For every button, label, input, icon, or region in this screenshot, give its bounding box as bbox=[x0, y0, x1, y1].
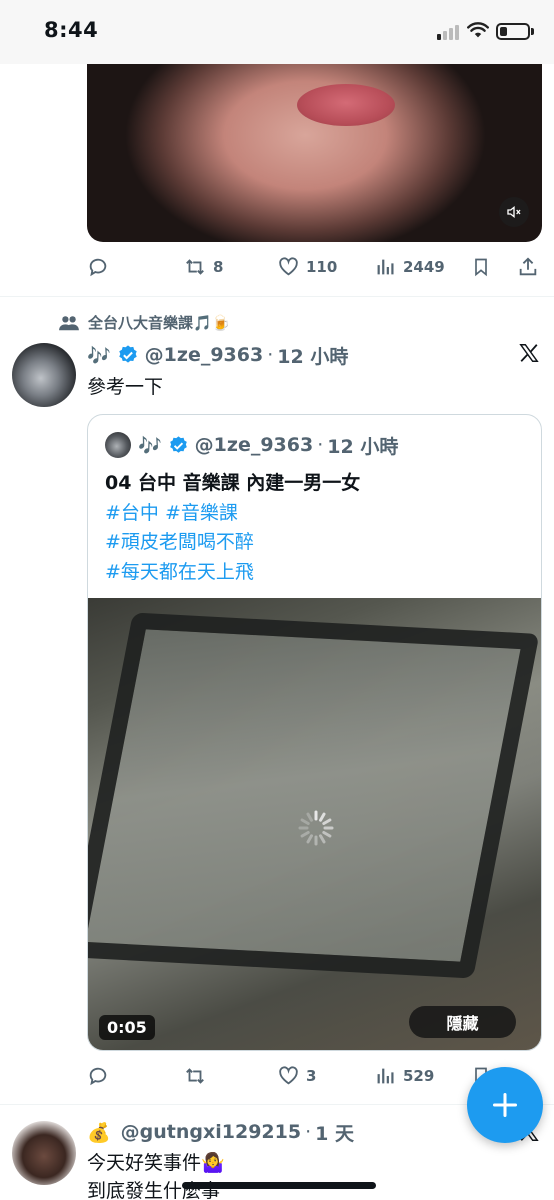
reply-icon bbox=[89, 1067, 107, 1086]
video-content bbox=[88, 612, 540, 979]
battery-icon bbox=[496, 23, 530, 40]
verified-icon bbox=[169, 435, 187, 453]
share-button[interactable] bbox=[517, 252, 539, 282]
views-button[interactable]: 2449 bbox=[375, 252, 445, 282]
timestamp[interactable]: 12 小時 bbox=[277, 342, 348, 369]
handle[interactable]: @1ze_9363 bbox=[145, 344, 264, 366]
compose-button[interactable] bbox=[467, 1067, 543, 1143]
avatar[interactable] bbox=[12, 343, 76, 407]
loading-spinner-icon bbox=[298, 810, 334, 846]
views-button[interactable]: 529 bbox=[375, 1061, 434, 1091]
status-time: 8:44 bbox=[44, 18, 99, 42]
video-content bbox=[297, 84, 395, 126]
reply-button[interactable] bbox=[87, 1061, 109, 1091]
like-icon bbox=[279, 257, 298, 276]
avatar[interactable] bbox=[12, 1121, 76, 1185]
hashtag-line[interactable]: #台中 #音樂課 bbox=[105, 499, 360, 529]
like-button[interactable]: 3 bbox=[277, 1061, 316, 1091]
timestamp[interactable]: 1 天 bbox=[315, 1119, 354, 1146]
quote-video[interactable]: 0:05 隱藏 bbox=[88, 598, 541, 1050]
community-name: 全台八大音樂課🎵🍺 bbox=[88, 314, 231, 332]
like-icon bbox=[279, 1066, 298, 1085]
display-name[interactable]: 💰 bbox=[87, 1121, 111, 1144]
tweet-actions: 8 110 2449 bbox=[87, 252, 542, 282]
verified-icon bbox=[118, 345, 137, 363]
tweet-video[interactable] bbox=[87, 64, 542, 242]
hashtag-line[interactable]: #頑皮老闆喝不醉 bbox=[105, 528, 360, 558]
social-context[interactable]: 全台八大音樂課🎵🍺 bbox=[58, 312, 230, 333]
status-bar: 8:44 bbox=[0, 0, 554, 64]
bookmark-icon bbox=[475, 258, 487, 277]
reply-button[interactable] bbox=[87, 252, 109, 282]
battery-tip bbox=[531, 28, 534, 35]
compose-plus-icon bbox=[492, 1092, 518, 1118]
quote-header: 🎶 @1ze_9363 · 12 小時 bbox=[138, 431, 398, 459]
reply-icon bbox=[89, 258, 107, 277]
divider bbox=[0, 296, 554, 297]
tweet-header: 🎶 @1ze_9363 · 12 小時 bbox=[87, 340, 348, 370]
like-count: 110 bbox=[306, 258, 338, 276]
retweet-button[interactable] bbox=[183, 1061, 207, 1091]
separator-dot: · bbox=[305, 1121, 312, 1143]
view-count: 529 bbox=[403, 1067, 435, 1085]
view-count: 2449 bbox=[403, 258, 445, 276]
wifi-icon bbox=[467, 22, 489, 38]
quote-timestamp: 12 小時 bbox=[327, 435, 399, 458]
quote-display-name: 🎶 bbox=[138, 434, 162, 457]
views-icon bbox=[377, 259, 394, 275]
quoted-tweet[interactable]: 🎶 @1ze_9363 · 12 小時 04 台中 音樂課 內建一男一女 #台中… bbox=[87, 414, 542, 1051]
hide-button[interactable]: 隱藏 bbox=[409, 1006, 516, 1038]
share-icon bbox=[519, 257, 537, 276]
cellular-signal-icon bbox=[437, 24, 463, 40]
separator-dot: · bbox=[317, 434, 324, 456]
views-icon bbox=[377, 1068, 394, 1084]
display-name[interactable]: 🎶 bbox=[87, 344, 111, 367]
quote-text: 04 台中 音樂課 內建一男一女 #台中 #音樂課 #頑皮老闆喝不醉 #每天都在… bbox=[105, 469, 360, 587]
mute-button[interactable] bbox=[499, 197, 529, 227]
quote-line: 04 台中 音樂課 內建一男一女 bbox=[105, 472, 361, 494]
community-icon bbox=[59, 315, 79, 330]
tweet-text: 參考一下 bbox=[87, 376, 164, 398]
quote-avatar bbox=[105, 432, 131, 458]
tweet-text: 今天好笑事件🤷‍♀️ bbox=[87, 1152, 225, 1174]
retweet-button[interactable]: 8 bbox=[183, 252, 223, 282]
tweet-header: 💰 @gutngxi129215 · 1 天 bbox=[87, 1117, 354, 1147]
x-logo-icon[interactable] bbox=[518, 342, 540, 364]
like-count: 3 bbox=[306, 1067, 317, 1085]
like-button[interactable]: 110 bbox=[277, 252, 337, 282]
handle[interactable]: @gutngxi129215 bbox=[121, 1121, 301, 1143]
separator-dot: · bbox=[267, 344, 274, 366]
retweet-icon bbox=[186, 259, 204, 275]
video-duration: 0:05 bbox=[99, 1015, 155, 1040]
home-indicator[interactable] bbox=[182, 1182, 376, 1189]
quote-handle: @1ze_9363 bbox=[194, 434, 314, 456]
retweet-count: 8 bbox=[213, 258, 224, 276]
hashtag-line[interactable]: #每天都在天上飛 bbox=[105, 558, 360, 588]
mute-icon bbox=[507, 205, 521, 219]
retweet-icon bbox=[186, 1068, 204, 1084]
bookmark-button[interactable] bbox=[471, 252, 491, 282]
